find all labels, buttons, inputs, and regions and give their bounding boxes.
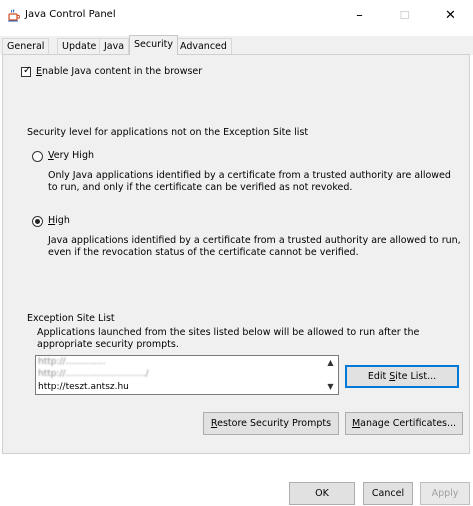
maximize-button[interactable]: ☐ xyxy=(382,0,427,31)
window-title: Java Control Panel xyxy=(25,9,116,20)
edit-site-list-button[interactable]: Edit Site List... xyxy=(345,365,459,388)
tab-advanced[interactable]: Advanced xyxy=(175,38,232,54)
apply-button[interactable]: Apply xyxy=(420,482,470,505)
very-high-description: Only Java applications identified by a c… xyxy=(48,170,451,193)
list-item[interactable]: http://.............. xyxy=(38,357,106,368)
java-cup-icon xyxy=(8,9,21,22)
high-label[interactable]: High xyxy=(48,215,70,226)
minimize-button[interactable]: – xyxy=(337,0,382,31)
list-item[interactable]: http://teszt.antsz.hu xyxy=(38,382,129,393)
enable-java-checkbox[interactable]: ✓ xyxy=(21,65,32,77)
radio-selected-dot xyxy=(35,219,40,224)
security-level-heading: Security level for applications not on t… xyxy=(27,127,309,138)
tab-general[interactable]: General xyxy=(2,38,50,54)
close-icon: ✕ xyxy=(445,8,456,23)
very-high-radio[interactable] xyxy=(32,151,43,162)
ok-button[interactable]: OK xyxy=(289,482,355,505)
tab-java[interactable]: Java xyxy=(99,38,130,54)
checkmark-icon: ✓ xyxy=(23,65,32,76)
minimize-icon: – xyxy=(356,8,363,23)
restore-security-prompts-button[interactable]: Restore Security Prompts xyxy=(203,412,339,435)
very-high-label[interactable]: Very High xyxy=(48,150,94,161)
high-radio[interactable] xyxy=(32,216,43,227)
exception-site-heading: Exception Site List xyxy=(27,313,115,324)
high-description: Java applications identified by a certif… xyxy=(48,235,461,258)
cancel-button[interactable]: Cancel xyxy=(363,482,413,505)
exception-site-listbox[interactable]: http://.............. http://...........… xyxy=(35,355,339,395)
scroll-down-icon[interactable]: ▼ xyxy=(322,380,339,394)
enable-java-label[interactable]: Enable Java content in the browser xyxy=(36,66,202,77)
list-item[interactable]: http://............................/ xyxy=(38,369,149,380)
tab-update[interactable]: Update xyxy=(57,38,102,54)
title-bar: Java Control Panel – ☐ ✕ xyxy=(0,0,473,31)
tab-security[interactable]: Security xyxy=(129,35,179,55)
listbox-scrollbar[interactable]: ▲ ▼ xyxy=(322,355,339,395)
close-button[interactable]: ✕ xyxy=(428,0,473,31)
scroll-up-icon[interactable]: ▲ xyxy=(322,356,339,370)
maximize-icon: ☐ xyxy=(399,9,410,22)
manage-certificates-button[interactable]: Manage Certificates... xyxy=(345,412,463,435)
exception-site-description: Applications launched from the sites lis… xyxy=(37,327,420,350)
